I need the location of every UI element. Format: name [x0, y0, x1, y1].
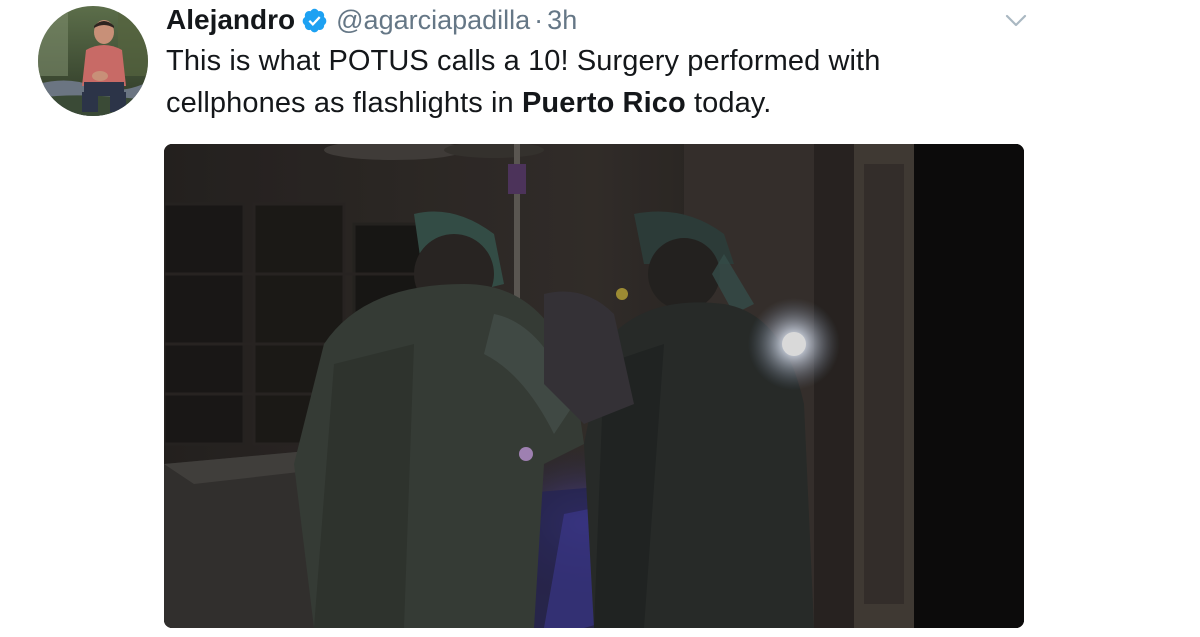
tweet-text-location[interactable]: Puerto Rico — [522, 87, 686, 119]
chevron-down-icon[interactable] — [1004, 10, 1028, 30]
surgery-photo — [164, 144, 1024, 628]
author-handle[interactable]: @agarciapadilla — [336, 5, 530, 36]
tweet-timestamp[interactable]: 3h — [547, 5, 577, 36]
author-display-name[interactable]: Alejandro — [166, 4, 295, 36]
tweet-text-part2: today. — [685, 87, 772, 119]
header-separator: · — [534, 4, 544, 35]
tweet: Alejandro @agarciapadilla · 3h This is w… — [0, 0, 1200, 637]
avatar-photo — [38, 6, 148, 116]
tweet-header: Alejandro @agarciapadilla · 3h — [166, 2, 577, 38]
verified-badge-icon — [301, 7, 328, 34]
author-avatar[interactable] — [38, 6, 148, 116]
tweet-media-photo[interactable] — [164, 144, 1024, 628]
tweet-text: This is what POTUS calls a 10! Surgery p… — [166, 40, 1026, 124]
